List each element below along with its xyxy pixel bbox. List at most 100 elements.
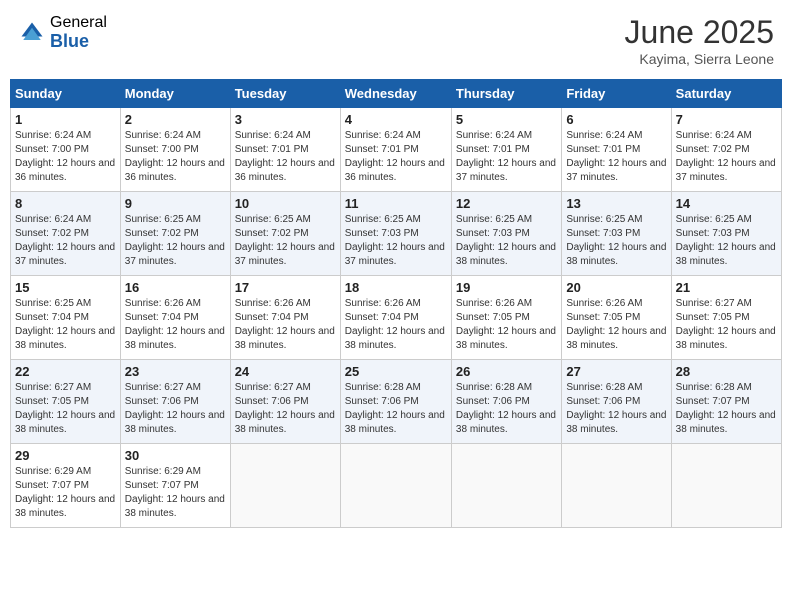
day-info: Sunrise: 6:28 AM Sunset: 7:06 PM Dayligh…: [456, 381, 557, 437]
calendar-cell: 16 Sunrise: 6:26 AM Sunset: 7:04 PM Dayl…: [120, 276, 230, 360]
day-number: 16: [125, 280, 226, 295]
day-info: Sunrise: 6:28 AM Sunset: 7:06 PM Dayligh…: [345, 381, 447, 437]
header-friday: Friday: [562, 80, 671, 108]
calendar-week-2: 8 Sunrise: 6:24 AM Sunset: 7:02 PM Dayli…: [11, 192, 782, 276]
calendar-cell: 12 Sunrise: 6:25 AM Sunset: 7:03 PM Dayl…: [451, 192, 561, 276]
header-sunday: Sunday: [11, 80, 121, 108]
day-info: Sunrise: 6:28 AM Sunset: 7:07 PM Dayligh…: [676, 381, 777, 437]
day-number: 9: [125, 196, 226, 211]
calendar-cell: 17 Sunrise: 6:26 AM Sunset: 7:04 PM Dayl…: [230, 276, 340, 360]
day-info: Sunrise: 6:24 AM Sunset: 7:02 PM Dayligh…: [15, 213, 116, 269]
day-number: 12: [456, 196, 557, 211]
day-number: 23: [125, 364, 226, 379]
day-number: 17: [235, 280, 336, 295]
calendar-week-1: 1 Sunrise: 6:24 AM Sunset: 7:00 PM Dayli…: [11, 108, 782, 192]
calendar-cell: 18 Sunrise: 6:26 AM Sunset: 7:04 PM Dayl…: [340, 276, 451, 360]
day-number: 29: [15, 448, 116, 463]
day-number: 5: [456, 112, 557, 127]
day-info: Sunrise: 6:25 AM Sunset: 7:03 PM Dayligh…: [676, 213, 777, 269]
calendar-cell: 1 Sunrise: 6:24 AM Sunset: 7:00 PM Dayli…: [11, 108, 121, 192]
calendar-week-3: 15 Sunrise: 6:25 AM Sunset: 7:04 PM Dayl…: [11, 276, 782, 360]
logo: General Blue: [18, 14, 107, 51]
day-info: Sunrise: 6:25 AM Sunset: 7:03 PM Dayligh…: [566, 213, 666, 269]
day-info: Sunrise: 6:26 AM Sunset: 7:04 PM Dayligh…: [235, 297, 336, 353]
day-number: 15: [15, 280, 116, 295]
day-number: 6: [566, 112, 666, 127]
calendar-cell: [230, 444, 340, 528]
calendar-cell: 24 Sunrise: 6:27 AM Sunset: 7:06 PM Dayl…: [230, 360, 340, 444]
calendar-cell: 28 Sunrise: 6:28 AM Sunset: 7:07 PM Dayl…: [671, 360, 781, 444]
calendar-cell: 2 Sunrise: 6:24 AM Sunset: 7:00 PM Dayli…: [120, 108, 230, 192]
day-number: 26: [456, 364, 557, 379]
calendar-cell: 19 Sunrise: 6:26 AM Sunset: 7:05 PM Dayl…: [451, 276, 561, 360]
calendar-cell: [340, 444, 451, 528]
calendar-cell: 4 Sunrise: 6:24 AM Sunset: 7:01 PM Dayli…: [340, 108, 451, 192]
day-number: 1: [15, 112, 116, 127]
day-number: 11: [345, 196, 447, 211]
day-number: 19: [456, 280, 557, 295]
header-tuesday: Tuesday: [230, 80, 340, 108]
day-info: Sunrise: 6:26 AM Sunset: 7:05 PM Dayligh…: [566, 297, 666, 353]
page-header: General Blue June 2025 Kayima, Sierra Le…: [10, 10, 782, 71]
calendar-cell: 30 Sunrise: 6:29 AM Sunset: 7:07 PM Dayl…: [120, 444, 230, 528]
calendar-table: SundayMondayTuesdayWednesdayThursdayFrid…: [10, 79, 782, 528]
header-wednesday: Wednesday: [340, 80, 451, 108]
calendar-cell: 5 Sunrise: 6:24 AM Sunset: 7:01 PM Dayli…: [451, 108, 561, 192]
calendar-cell: 8 Sunrise: 6:24 AM Sunset: 7:02 PM Dayli…: [11, 192, 121, 276]
day-info: Sunrise: 6:24 AM Sunset: 7:01 PM Dayligh…: [235, 129, 336, 185]
day-info: Sunrise: 6:27 AM Sunset: 7:06 PM Dayligh…: [125, 381, 226, 437]
calendar-cell: [562, 444, 671, 528]
calendar-cell: 9 Sunrise: 6:25 AM Sunset: 7:02 PM Dayli…: [120, 192, 230, 276]
day-number: 27: [566, 364, 666, 379]
month-title: June 2025: [625, 14, 774, 51]
calendar-cell: 25 Sunrise: 6:28 AM Sunset: 7:06 PM Dayl…: [340, 360, 451, 444]
day-info: Sunrise: 6:26 AM Sunset: 7:05 PM Dayligh…: [456, 297, 557, 353]
day-number: 30: [125, 448, 226, 463]
calendar-cell: 15 Sunrise: 6:25 AM Sunset: 7:04 PM Dayl…: [11, 276, 121, 360]
day-number: 20: [566, 280, 666, 295]
day-number: 18: [345, 280, 447, 295]
calendar-cell: 29 Sunrise: 6:29 AM Sunset: 7:07 PM Dayl…: [11, 444, 121, 528]
logo-text: General Blue: [50, 14, 107, 51]
day-info: Sunrise: 6:25 AM Sunset: 7:04 PM Dayligh…: [15, 297, 116, 353]
day-info: Sunrise: 6:26 AM Sunset: 7:04 PM Dayligh…: [345, 297, 447, 353]
calendar-cell: 10 Sunrise: 6:25 AM Sunset: 7:02 PM Dayl…: [230, 192, 340, 276]
day-info: Sunrise: 6:27 AM Sunset: 7:05 PM Dayligh…: [15, 381, 116, 437]
calendar-cell: 6 Sunrise: 6:24 AM Sunset: 7:01 PM Dayli…: [562, 108, 671, 192]
day-info: Sunrise: 6:27 AM Sunset: 7:05 PM Dayligh…: [676, 297, 777, 353]
day-info: Sunrise: 6:27 AM Sunset: 7:06 PM Dayligh…: [235, 381, 336, 437]
calendar-cell: 26 Sunrise: 6:28 AM Sunset: 7:06 PM Dayl…: [451, 360, 561, 444]
calendar-cell: 21 Sunrise: 6:27 AM Sunset: 7:05 PM Dayl…: [671, 276, 781, 360]
day-info: Sunrise: 6:29 AM Sunset: 7:07 PM Dayligh…: [125, 465, 226, 521]
day-number: 13: [566, 196, 666, 211]
day-number: 8: [15, 196, 116, 211]
logo-icon: [18, 19, 46, 47]
calendar-cell: 22 Sunrise: 6:27 AM Sunset: 7:05 PM Dayl…: [11, 360, 121, 444]
day-info: Sunrise: 6:24 AM Sunset: 7:01 PM Dayligh…: [566, 129, 666, 185]
calendar-cell: 13 Sunrise: 6:25 AM Sunset: 7:03 PM Dayl…: [562, 192, 671, 276]
calendar-cell: 23 Sunrise: 6:27 AM Sunset: 7:06 PM Dayl…: [120, 360, 230, 444]
day-number: 3: [235, 112, 336, 127]
title-block: June 2025 Kayima, Sierra Leone: [625, 14, 774, 67]
calendar-cell: 27 Sunrise: 6:28 AM Sunset: 7:06 PM Dayl…: [562, 360, 671, 444]
logo-general: General: [50, 14, 107, 32]
calendar-cell: 11 Sunrise: 6:25 AM Sunset: 7:03 PM Dayl…: [340, 192, 451, 276]
day-info: Sunrise: 6:24 AM Sunset: 7:02 PM Dayligh…: [676, 129, 777, 185]
calendar-cell: [451, 444, 561, 528]
day-info: Sunrise: 6:25 AM Sunset: 7:03 PM Dayligh…: [456, 213, 557, 269]
day-number: 22: [15, 364, 116, 379]
calendar-cell: 7 Sunrise: 6:24 AM Sunset: 7:02 PM Dayli…: [671, 108, 781, 192]
day-number: 4: [345, 112, 447, 127]
day-number: 21: [676, 280, 777, 295]
calendar-week-4: 22 Sunrise: 6:27 AM Sunset: 7:05 PM Dayl…: [11, 360, 782, 444]
day-info: Sunrise: 6:24 AM Sunset: 7:01 PM Dayligh…: [345, 129, 447, 185]
calendar-cell: 3 Sunrise: 6:24 AM Sunset: 7:01 PM Dayli…: [230, 108, 340, 192]
day-info: Sunrise: 6:25 AM Sunset: 7:03 PM Dayligh…: [345, 213, 447, 269]
day-number: 24: [235, 364, 336, 379]
day-number: 25: [345, 364, 447, 379]
day-info: Sunrise: 6:25 AM Sunset: 7:02 PM Dayligh…: [235, 213, 336, 269]
day-number: 28: [676, 364, 777, 379]
day-number: 7: [676, 112, 777, 127]
day-info: Sunrise: 6:28 AM Sunset: 7:06 PM Dayligh…: [566, 381, 666, 437]
day-info: Sunrise: 6:24 AM Sunset: 7:00 PM Dayligh…: [125, 129, 226, 185]
